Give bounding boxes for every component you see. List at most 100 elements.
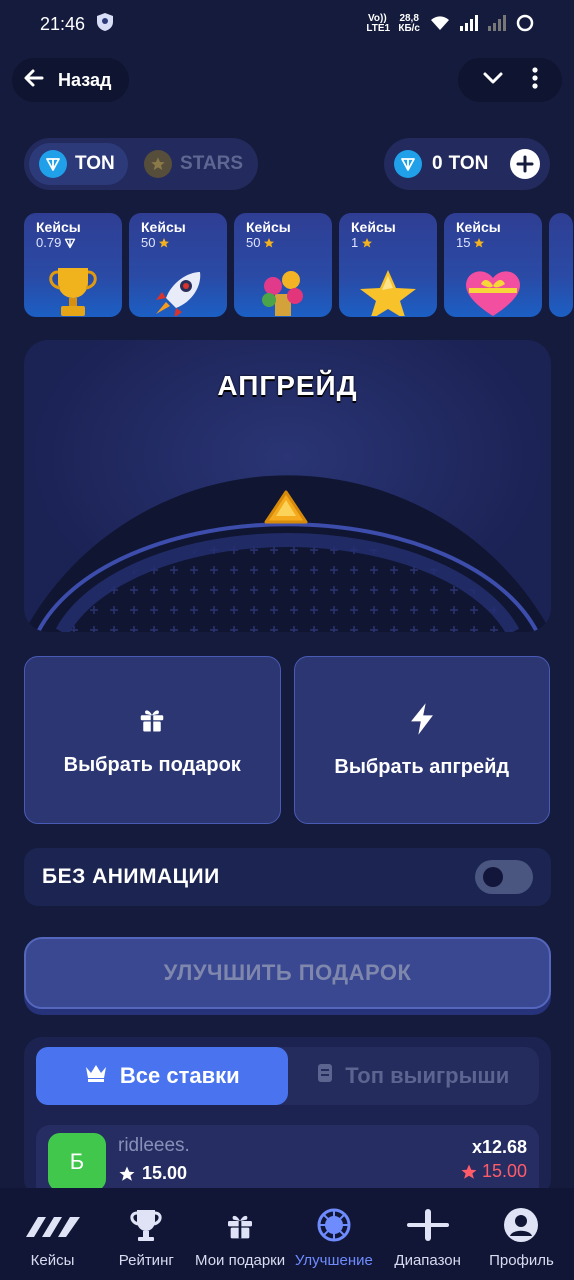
upgrade-icon	[317, 1206, 351, 1244]
rocket-icon	[148, 266, 208, 317]
case-card-rocket[interactable]: Кейсы 50	[129, 213, 227, 317]
back-label: Назад	[58, 69, 112, 90]
bet-username: ridleees.	[118, 1135, 190, 1156]
nav-item-range[interactable]: Диапазон	[381, 1188, 474, 1280]
case-price: 1	[351, 235, 425, 251]
nav-label-my-gifts: Мои подарки	[195, 1252, 286, 1269]
case-label: Кейсы	[456, 219, 501, 235]
nav-item-upgrade[interactable]: Улучшение	[287, 1188, 380, 1280]
document-icon	[317, 1063, 333, 1089]
balance-widget: 0 TON	[384, 138, 550, 190]
more-vertical-icon[interactable]	[531, 66, 539, 95]
currency-row: TON STARS 0 TON	[24, 138, 550, 190]
trophy-icon	[128, 1206, 164, 1244]
case-price: 0.79	[36, 235, 110, 251]
bet-amount: 15.00	[118, 1163, 187, 1184]
stars-label: STARS	[180, 153, 243, 174]
balance-amount: 0	[432, 153, 443, 174]
lightning-icon	[407, 702, 437, 742]
case-card-trophy[interactable]: Кейсы 0.79	[24, 213, 122, 317]
nav-label-range: Диапазон	[394, 1252, 461, 1269]
crown-icon	[84, 1063, 108, 1089]
select-gift-button[interactable]: Выбрать подарок	[24, 656, 281, 824]
case-price-value: 15	[456, 235, 471, 250]
signal-icon	[460, 14, 478, 34]
no-animation-row: БЕЗ АНИМАЦИИ	[24, 848, 551, 906]
case-price-value: 0.79	[36, 235, 62, 250]
arrow-left-icon	[22, 66, 46, 95]
nav-item-profile[interactable]: Профиль	[475, 1188, 568, 1280]
tab-top-wins[interactable]: Топ выигрыши	[288, 1047, 540, 1105]
status-time: 21:46	[40, 13, 86, 34]
flowers-icon	[253, 266, 313, 317]
add-balance-button[interactable]	[510, 149, 540, 179]
case-card-partial[interactable]	[549, 213, 573, 317]
case-price: 50	[141, 235, 215, 251]
bets-panel: Все ставки Топ выигрыши Б ridleees. 15.0…	[24, 1037, 551, 1197]
bet-amount-value: 15.00	[142, 1163, 188, 1183]
heart-gift-icon	[461, 266, 525, 317]
gift-icon	[224, 1206, 256, 1244]
range-icon	[405, 1206, 451, 1244]
select-gift-label: Выбрать подарок	[63, 753, 241, 776]
case-card-star[interactable]: Кейсы 1	[339, 213, 437, 317]
gift-icon	[137, 704, 167, 740]
case-label: Кейсы	[36, 219, 81, 235]
ton-icon	[39, 150, 67, 178]
tab-all-bets[interactable]: Все ставки	[36, 1047, 288, 1105]
nav-label-cases: Кейсы	[30, 1252, 75, 1269]
no-animation-label: БЕЗ АНИМАЦИИ	[42, 865, 220, 888]
plus-icon	[516, 155, 534, 173]
bottom-nav: Кейсы Рейтинг Мои подарки Улучшение Диап…	[0, 1188, 574, 1280]
balance-currency: TON	[448, 153, 489, 174]
app-shield-icon	[95, 12, 115, 37]
currency-ton-option[interactable]: TON	[29, 143, 129, 185]
ton-label: TON	[75, 153, 115, 174]
nav-item-my-gifts[interactable]: Мои подарки	[194, 1188, 287, 1280]
bet-win: 15.00	[460, 1161, 527, 1182]
star-icon	[461, 1164, 477, 1179]
star-icon	[474, 238, 485, 248]
ton-icon	[65, 238, 76, 249]
case-label: Кейсы	[141, 219, 186, 235]
case-label: Кейсы	[351, 219, 396, 235]
battery-icon	[516, 14, 534, 35]
bet-multiplier: x12.68	[471, 1137, 527, 1157]
back-button[interactable]: Назад	[12, 58, 129, 102]
speed-unit: КБ/с	[398, 23, 420, 34]
star-icon	[159, 238, 170, 248]
menu-controls	[458, 58, 562, 102]
nav-item-cases[interactable]: Кейсы	[6, 1188, 99, 1280]
network-label: Vo)) LTE1	[366, 13, 391, 34]
top-bar: Назад	[12, 58, 562, 102]
upgrade-wheel-graphic	[24, 475, 551, 632]
case-label: Кейсы	[246, 219, 291, 235]
select-upgrade-label: Выбрать апгрейд	[334, 755, 510, 778]
speed-indicator: 28,8 КБ/с	[398, 14, 420, 34]
tab-all-bets-label: Все ставки	[119, 1063, 240, 1088]
bet-win-value: 15.00	[481, 1161, 527, 1181]
avatar: Б	[48, 1133, 106, 1191]
star-icon	[356, 268, 420, 317]
currency-switch: TON STARS	[24, 138, 258, 190]
case-card-heart[interactable]: Кейсы 15	[444, 213, 542, 317]
star-icon	[119, 1166, 135, 1181]
select-upgrade-button[interactable]: Выбрать апгрейд	[293, 656, 550, 824]
nav-item-rating[interactable]: Рейтинг	[100, 1188, 193, 1280]
nav-label-upgrade: Улучшение	[294, 1252, 373, 1269]
cases-carousel: Кейсы 0.79 Кейсы 50 Кейсы 50 Кейсы 1 Кей…	[24, 213, 574, 317]
toggle-knob	[483, 867, 503, 887]
upgrade-gift-button[interactable]: УЛУЧШИТЬ ПОДАРОК	[24, 937, 551, 1009]
star-icon	[362, 238, 373, 248]
trophy-icon	[43, 264, 103, 317]
chevron-down-icon[interactable]	[481, 66, 505, 95]
status-bar: 21:46 Vo)) LTE1 28,8 КБ/с	[0, 0, 574, 48]
case-card-flowers[interactable]: Кейсы 50	[234, 213, 332, 317]
tab-top-wins-label: Топ выигрыши	[345, 1063, 510, 1088]
currency-stars-option[interactable]: STARS	[134, 143, 253, 185]
ton-icon	[394, 150, 422, 178]
profile-icon	[503, 1206, 539, 1244]
wifi-icon	[430, 15, 450, 34]
no-animation-toggle[interactable]	[475, 860, 533, 894]
cases-icon	[24, 1206, 82, 1244]
